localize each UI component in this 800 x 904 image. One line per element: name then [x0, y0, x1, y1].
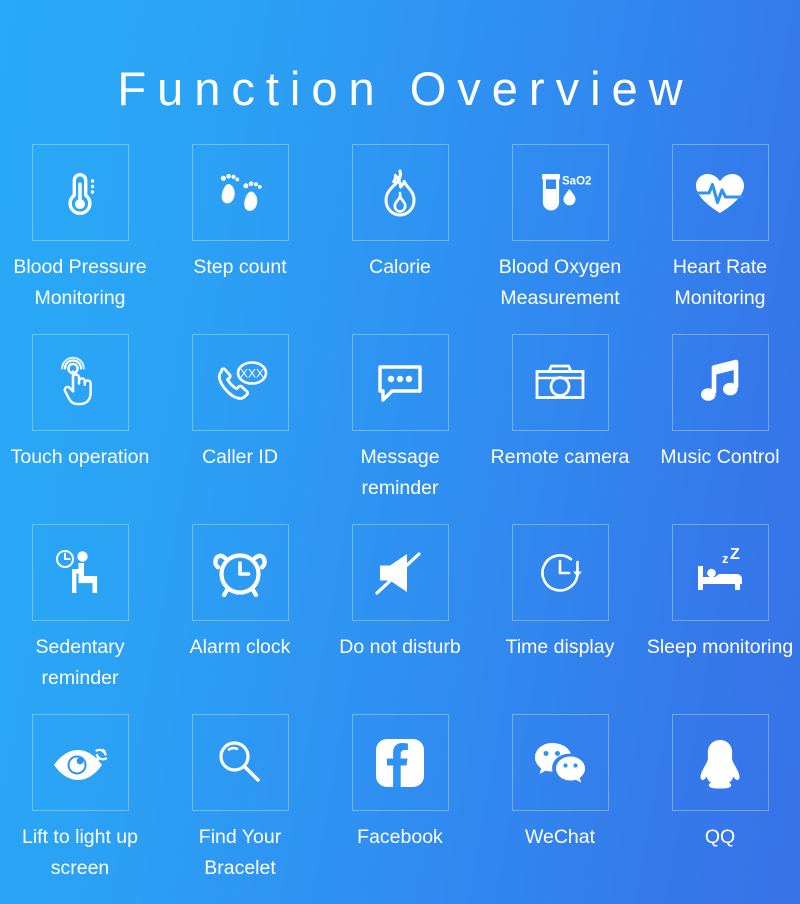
- feature-label: Sleep monitoring: [646, 636, 794, 659]
- feature-label: Music Control: [660, 446, 780, 469]
- speech-bubble-icon: [378, 364, 422, 402]
- feature-label: Heart Rate Monitoring: [672, 256, 768, 310]
- sitting-person-clock-icon: [56, 549, 98, 593]
- feature-item-music-control[interactable]: Music Control: [640, 334, 800, 524]
- caller-id-icon-label: XXX: [240, 366, 264, 380]
- feature-item-facebook[interactable]: Facebook: [320, 714, 480, 904]
- zzz-icon-label: z: [722, 551, 729, 566]
- svg-text:Z: Z: [730, 546, 740, 563]
- bed-zzz-icon: z Z: [698, 546, 742, 590]
- clock-arrow-icon: [541, 553, 582, 592]
- feature-item-wechat[interactable]: WeChat: [480, 714, 640, 904]
- icon-box: [31, 524, 129, 622]
- feature-label: Blood Pressure Monitoring: [13, 256, 147, 310]
- magnifier-icon: [219, 740, 260, 782]
- icon-box: [31, 144, 129, 242]
- mute-speaker-icon: [375, 551, 421, 595]
- icon-box: [511, 524, 609, 622]
- heartbeat-icon: [696, 173, 744, 213]
- icon-box: [351, 714, 449, 812]
- feature-item-lift-to-light[interactable]: Lift to light up screen: [0, 714, 160, 904]
- feature-item-sedentary-reminder[interactable]: Sedentary reminder: [0, 524, 160, 714]
- feature-label: Remote camera: [490, 446, 630, 469]
- icon-box: [351, 144, 449, 242]
- icon-box: [31, 714, 129, 812]
- thermometer-icon: [68, 172, 95, 215]
- sao2-icon-label: SaO2: [562, 175, 591, 187]
- icon-box: [671, 144, 769, 242]
- eye-refresh-icon: [54, 748, 108, 780]
- camera-icon: [535, 364, 585, 399]
- feature-item-touch-operation[interactable]: Touch operation: [0, 334, 160, 524]
- icon-box: [351, 524, 449, 622]
- icon-box: [31, 334, 129, 432]
- feature-item-calorie[interactable]: Calorie: [320, 144, 480, 334]
- feature-label: WeChat: [524, 826, 596, 849]
- phone-call-icon: XXX: [218, 360, 268, 400]
- feature-label: QQ: [704, 826, 736, 849]
- feature-label: Facebook: [357, 826, 443, 849]
- feature-item-step-count[interactable]: Step count: [160, 144, 320, 334]
- feature-label: Touch operation: [10, 446, 150, 469]
- feature-item-heart-rate[interactable]: Heart Rate Monitoring: [640, 144, 800, 334]
- feature-grid: Blood Pressure Monitoring Step count Cal…: [0, 144, 800, 904]
- feature-label: Find Your Bracelet: [198, 826, 282, 880]
- feature-item-message-reminder[interactable]: Message reminder: [320, 334, 480, 524]
- feature-item-time-display[interactable]: Time display: [480, 524, 640, 714]
- test-tube-icon: SaO2: [542, 173, 591, 211]
- icon-box: SaO2: [511, 144, 609, 242]
- feature-label: Calorie: [369, 256, 431, 279]
- feature-item-do-not-disturb[interactable]: Do not disturb: [320, 524, 480, 714]
- feature-label: Do not disturb: [339, 636, 461, 659]
- page-title: Function Overview: [117, 62, 694, 115]
- alarm-clock-icon: [213, 552, 267, 597]
- feature-label: Sedentary reminder: [35, 636, 125, 690]
- feature-item-blood-pressure[interactable]: Blood Pressure Monitoring: [0, 144, 160, 334]
- music-note-icon: [701, 359, 739, 401]
- icon-box: [351, 334, 449, 432]
- icon-box: [671, 334, 769, 432]
- feature-item-remote-camera[interactable]: Remote camera: [480, 334, 640, 524]
- icon-box: [191, 144, 289, 242]
- feature-label: Time display: [505, 636, 615, 659]
- footprints-icon: [220, 173, 262, 211]
- feature-label: Lift to light up screen: [22, 826, 138, 880]
- icon-box: z Z: [671, 524, 769, 622]
- icon-box: XXX: [191, 334, 289, 432]
- feature-label: Blood Oxygen Measurement: [498, 256, 622, 310]
- flame-icon: [384, 169, 416, 217]
- feature-item-sleep-monitoring[interactable]: z Z Sleep monitoring: [640, 524, 800, 714]
- icon-box: [191, 714, 289, 812]
- feature-item-blood-oxygen[interactable]: SaO2 Blood Oxygen Measurement: [480, 144, 640, 334]
- icon-box: [671, 714, 769, 812]
- touch-hand-icon: [61, 356, 92, 405]
- feature-item-alarm-clock[interactable]: Alarm clock: [160, 524, 320, 714]
- icon-box: [191, 524, 289, 622]
- feature-item-qq[interactable]: QQ: [640, 714, 800, 904]
- icon-box: [511, 714, 609, 812]
- feature-label: Alarm clock: [189, 636, 291, 659]
- wechat-icon: [535, 742, 585, 783]
- qq-penguin-icon: [700, 739, 740, 789]
- function-overview-page: Function Overview Blood Pressure Monitor…: [0, 0, 800, 904]
- icon-box: [511, 334, 609, 432]
- facebook-icon: [376, 738, 424, 787]
- feature-label: Message reminder: [360, 446, 440, 500]
- feature-label: Caller ID: [202, 446, 278, 469]
- feature-item-find-bracelet[interactable]: Find Your Bracelet: [160, 714, 320, 904]
- feature-item-caller-id[interactable]: XXX Caller ID: [160, 334, 320, 524]
- feature-label: Step count: [193, 256, 287, 279]
